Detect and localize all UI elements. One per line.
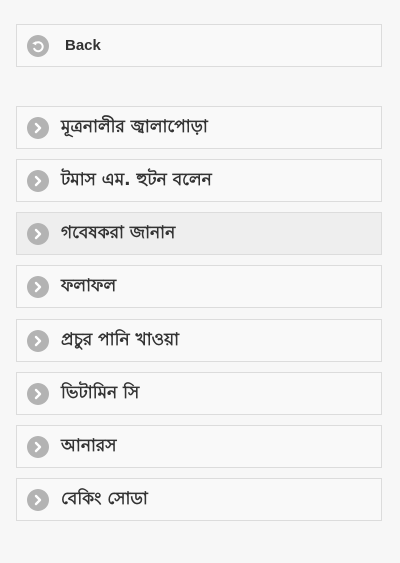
menu-item-label: মূত্রনালীর জ্বালাপোড়া: [61, 116, 208, 137]
menu-item-label: প্রচুর পানি খাওয়া: [61, 329, 180, 350]
menu-item-baking-soda[interactable]: বেকিং সোডা: [16, 478, 382, 521]
menu-item-researchers[interactable]: গবেষকরা জানান: [16, 212, 382, 255]
chevron-right-icon: [27, 222, 49, 245]
chevron-right-icon: [27, 169, 49, 192]
menu-item-label: গবেষকরা জানান: [61, 222, 176, 243]
menu-item-urinary-burning[interactable]: মূত্রনালীর জ্বালাপোড়া: [16, 106, 382, 149]
menu-item-pineapple[interactable]: আনারস: [16, 425, 382, 468]
menu-item-label: ভিটামিন সি: [61, 382, 140, 403]
chevron-right-icon: [27, 488, 49, 511]
menu-item-label: ফলাফল: [61, 275, 117, 296]
menu-item-label: টমাস এম. হুটন বলেন: [61, 169, 212, 190]
menu-item-vitamin-c[interactable]: ভিটামিন সি: [16, 372, 382, 415]
menu-item-label: বেকিং সোডা: [61, 488, 148, 509]
chevron-right-icon: [27, 435, 49, 458]
chevron-right-icon: [27, 275, 49, 298]
back-button-label: Back: [65, 37, 101, 54]
menu-item-results[interactable]: ফলাফল: [16, 265, 382, 308]
menu-item-drink-water[interactable]: প্রচুর পানি খাওয়া: [16, 319, 382, 362]
menu-item-label: আনারস: [61, 435, 117, 456]
chevron-right-icon: [27, 116, 49, 139]
menu-item-thomas-hooton[interactable]: টমাস এম. হুটন বলেন: [16, 159, 382, 202]
back-arrow-icon: [27, 34, 49, 57]
chevron-right-icon: [27, 382, 49, 405]
back-button[interactable]: Back: [16, 24, 382, 67]
chevron-right-icon: [27, 329, 49, 352]
